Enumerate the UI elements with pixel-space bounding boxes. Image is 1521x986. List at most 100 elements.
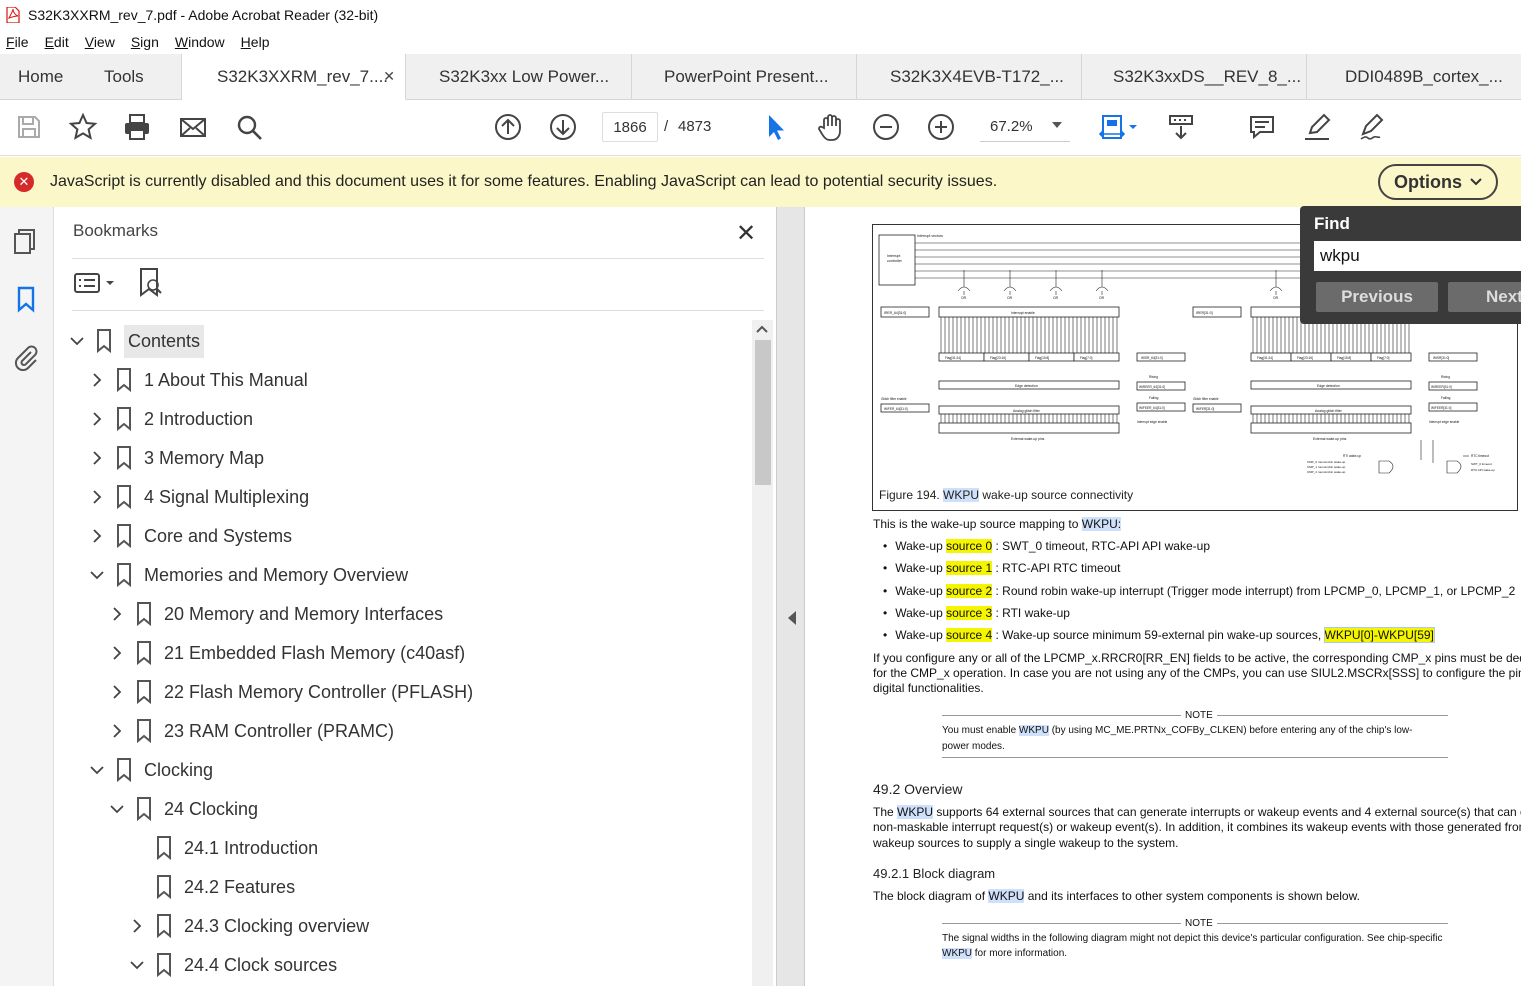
diagram-label: IRER[31:0] xyxy=(1196,311,1213,315)
chevron-right-icon[interactable] xyxy=(86,408,108,430)
bookmark-item[interactable]: Clocking xyxy=(86,752,213,788)
select-cursor-icon[interactable] xyxy=(758,110,792,144)
chevron-down-icon[interactable] xyxy=(126,954,148,976)
chevron-down-icon[interactable] xyxy=(86,564,108,586)
tab-doc[interactable]: S32K3X4EVB-T172_... xyxy=(857,54,1082,100)
scroll-up-icon[interactable] xyxy=(756,322,768,336)
menu-file[interactable]: File xyxy=(6,34,29,50)
bookmark-item[interactable]: 23 RAM Controller (PRAMC) xyxy=(106,713,394,749)
find-previous-button[interactable]: Previous xyxy=(1316,282,1438,312)
or-gate xyxy=(957,286,971,292)
highlight-pen-icon[interactable] xyxy=(1300,110,1334,144)
overview-text: wakeup sources to supply a single wakeup… xyxy=(873,836,1179,850)
bookmark-item[interactable]: Core and Systems xyxy=(86,518,292,554)
previous-page-icon[interactable] xyxy=(491,110,525,144)
scroll-mode-icon[interactable] xyxy=(1164,110,1198,144)
bookmark-panel-icon[interactable] xyxy=(12,285,40,313)
diagram-label: Edge detection xyxy=(1317,384,1340,388)
bookmark-item[interactable]: Memories and Memory Overview xyxy=(86,557,408,593)
bookmark-label: Memories and Memory Overview xyxy=(144,564,409,585)
tab-doc[interactable]: DDI0489B_cortex_... xyxy=(1307,54,1521,100)
chevron-down-icon[interactable] xyxy=(106,798,128,820)
print-icon[interactable] xyxy=(120,110,154,144)
close-icon[interactable]: ✕ xyxy=(736,219,756,248)
chevron-down-icon[interactable] xyxy=(66,330,88,352)
diagram-label: Flag[31:24] xyxy=(945,356,961,360)
bookmark-item[interactable]: 3 Memory Map xyxy=(86,440,264,476)
tab-tools[interactable]: Tools xyxy=(86,54,182,100)
note-text: You must enable WKPU (by using MC_ME.PRT… xyxy=(942,725,1413,736)
pin-array-box xyxy=(1250,422,1412,434)
menu-sign[interactable]: Sign xyxy=(131,34,159,50)
options-button[interactable]: Options xyxy=(1378,164,1498,200)
bookmark-icon xyxy=(136,641,152,666)
diagram-label: IRER_64[31:0] xyxy=(884,311,906,315)
hand-tool-icon[interactable] xyxy=(814,110,848,144)
tab-home[interactable]: Home xyxy=(0,54,86,100)
chevron-right-icon[interactable] xyxy=(86,369,108,391)
zoom-out-icon[interactable] xyxy=(869,110,903,144)
chevron-right-icon[interactable] xyxy=(106,681,128,703)
save-icon[interactable] xyxy=(12,110,46,144)
fit-page-icon[interactable] xyxy=(1096,110,1140,144)
zoom-select[interactable]: 67.2% xyxy=(980,112,1070,142)
find-next-button[interactable]: Next xyxy=(1448,282,1521,312)
diagram-label: OR xyxy=(1273,296,1279,300)
menu-window[interactable]: Window xyxy=(175,34,225,50)
bookmark-item[interactable]: 24.2 Features xyxy=(126,869,295,905)
bookmark-item[interactable]: 22 Flash Memory Controller (PFLASH) xyxy=(106,674,473,710)
find-panel: Find wkpu Previous Next xyxy=(1300,206,1521,324)
bookmark-item[interactable]: 21 Embedded Flash Memory (c40asf) xyxy=(106,635,465,671)
comment-icon[interactable] xyxy=(1245,110,1279,144)
menu-edit[interactable]: Edit xyxy=(45,34,69,50)
tab-doc-label: S32K3XXRM_rev_7.... xyxy=(217,66,389,86)
bookmark-item[interactable]: 1 About This Manual xyxy=(86,362,308,398)
chevron-right-icon[interactable] xyxy=(86,525,108,547)
bookmark-item[interactable]: Contents xyxy=(66,323,205,359)
bookmark-icon xyxy=(116,368,132,393)
diagram-label: Analog glitch filter xyxy=(1315,409,1343,413)
bookmark-item[interactable]: 24.1 Introduction xyxy=(126,830,318,866)
wakeup-source-item: • Wake-up source 3 : RTI wake-up xyxy=(883,605,1070,620)
chevron-right-icon[interactable] xyxy=(106,603,128,625)
email-icon[interactable] xyxy=(176,110,210,144)
next-page-icon[interactable] xyxy=(546,110,580,144)
attachment-icon[interactable] xyxy=(12,343,40,372)
tab-doc[interactable]: S32K3xxDS__REV_8_... xyxy=(1082,54,1307,100)
bookmark-label: 24.1 Introduction xyxy=(184,837,319,858)
tab-doc-active[interactable]: S32K3XXRM_rev_7.... ✕ xyxy=(182,54,406,100)
chevron-right-icon[interactable] xyxy=(86,486,108,508)
bookmark-item[interactable]: 4 Signal Multiplexing xyxy=(86,479,309,515)
chevron-right-icon[interactable] xyxy=(86,447,108,469)
scrollbar-thumb[interactable] xyxy=(755,340,771,485)
close-tab-icon[interactable]: ✕ xyxy=(383,68,395,85)
bookmark-options-icon[interactable] xyxy=(74,271,118,300)
tab-doc[interactable]: PowerPoint Present... xyxy=(632,54,857,100)
bookmark-item[interactable]: 20 Memory and Memory Interfaces xyxy=(106,596,443,632)
bookmark-item[interactable]: 24.4 Clock sources xyxy=(126,947,337,983)
diagram-label: RTI wake-up xyxy=(1343,454,1361,458)
chevron-right-icon[interactable] xyxy=(106,720,128,742)
chevron-down-icon[interactable] xyxy=(86,759,108,781)
star-icon[interactable] xyxy=(66,110,100,144)
or-gate xyxy=(1269,286,1283,292)
page-thumbnails-icon[interactable] xyxy=(12,227,40,255)
bookmark-item[interactable]: 24.3 Clocking overview xyxy=(126,908,369,944)
sign-pen-icon[interactable] xyxy=(1355,110,1389,144)
page-number-input[interactable]: 1866 xyxy=(602,112,658,142)
bookmark-item[interactable]: 2 Introduction xyxy=(86,401,253,437)
collapse-arrow-icon xyxy=(788,611,796,625)
find-input[interactable]: wkpu xyxy=(1314,241,1521,271)
chevron-right-icon[interactable] xyxy=(106,642,128,664)
figure-caption: Figure 194. WKPU wake-up source connecti… xyxy=(879,488,1134,502)
new-bookmark-icon[interactable] xyxy=(138,267,164,304)
bookmark-item[interactable]: 24 Clocking xyxy=(106,791,258,827)
search-icon[interactable] xyxy=(232,110,266,144)
menu-help[interactable]: Help xyxy=(241,34,270,50)
chevron-right-icon[interactable] xyxy=(126,915,148,937)
panel-collapse-handle[interactable] xyxy=(776,207,805,986)
bookmark-tree: Contents 1 About This Manual 2 Introductio… xyxy=(54,321,754,986)
menu-view[interactable]: View xyxy=(85,34,115,50)
zoom-in-icon[interactable] xyxy=(924,110,958,144)
tab-doc[interactable]: S32K3xx Low Power... xyxy=(406,54,632,100)
